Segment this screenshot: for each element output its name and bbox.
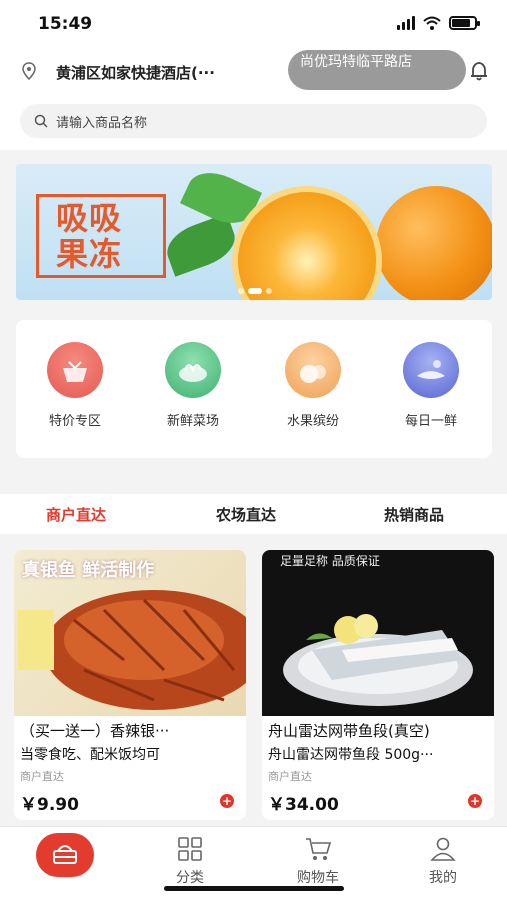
product-price: ￥34.00 — [268, 795, 339, 815]
tab-farm-direct[interactable]: 农场直达 — [216, 504, 276, 525]
search-input[interactable]: 请输入商品名称 — [20, 104, 487, 138]
cart-icon — [306, 838, 332, 860]
tab-merchant-direct[interactable]: 商户直达 — [46, 504, 106, 525]
category-card: 特价专区 新鲜菜场 水果缤纷 每日一鲜 — [16, 320, 492, 458]
banner-title-line-2: 果冻 — [56, 235, 123, 273]
product-image: 足量足称 品质保证 — [262, 550, 494, 716]
nav-cart[interactable]: 购物车 — [283, 837, 353, 887]
nav-label: 我的 — [429, 870, 457, 886]
banner-title-line-1: 吸吸 — [56, 199, 123, 237]
bell-icon[interactable] — [468, 60, 490, 82]
category-grid-icon — [178, 837, 202, 861]
search-placeholder: 请输入商品名称 — [56, 116, 148, 131]
store-selector[interactable]: 尚优玛特临平路店 — [288, 50, 466, 90]
product-title: 舟山雷达网带鱼段(真空) — [268, 722, 430, 740]
product-subtitle: 当零食吃、配米饭均可 — [20, 747, 160, 763]
carousel-dot[interactable] — [266, 288, 272, 294]
special-offer-icon — [47, 342, 103, 398]
product-tag: 商户直达 — [20, 770, 64, 783]
category-label: 水果缤纷 — [286, 414, 339, 429]
wifi-icon — [423, 16, 441, 30]
banner-title: 吸吸 果冻 — [56, 200, 122, 272]
category-label: 新鲜菜场 — [166, 414, 219, 429]
carousel-dot[interactable] — [248, 288, 262, 294]
daily-fresh-icon — [403, 342, 459, 398]
delivery-address[interactable]: 黄浦区如家快捷酒店(··· — [56, 62, 215, 83]
fish-plate-illustration — [283, 614, 473, 706]
signal-icon — [397, 16, 415, 30]
product-image: 真银鱼 鲜活制作 — [14, 550, 246, 716]
product-card[interactable]: 真银鱼 鲜活制作 （买一送一）香辣银··· 当零食吃、配米饭均可 商户直达 ￥9… — [14, 550, 246, 820]
home-basket-icon — [53, 845, 77, 864]
tab-hot-products[interactable]: 热销商品 — [384, 504, 444, 525]
search-icon — [34, 114, 48, 128]
product-tag: 商户直达 — [268, 770, 312, 783]
battery-fill — [452, 19, 470, 27]
product-card[interactable]: 足量足称 品质保证 舟山雷达网带鱼段(真空) 舟山雷达网带鱼段 500g··· … — [262, 550, 494, 820]
product-price: ￥9.90 — [20, 795, 79, 815]
nav-category[interactable]: 分类 — [155, 837, 225, 887]
nav-label: 购物车 — [297, 870, 339, 886]
home-indicator — [164, 886, 344, 891]
category-label: 特价专区 — [48, 414, 101, 429]
header: 黄浦区如家快捷酒店(··· 尚优玛特临平路店 请输入商品名称 — [0, 50, 507, 150]
carousel-dot[interactable] — [238, 288, 244, 294]
orange-image — [376, 186, 492, 300]
fruit-icon — [285, 342, 341, 398]
add-to-cart-icon[interactable]: + — [220, 794, 234, 808]
nav-home[interactable] — [36, 833, 94, 877]
status-icons — [397, 16, 480, 30]
fresh-vegetable-icon — [165, 342, 221, 398]
battery-icon — [449, 16, 480, 30]
status-bar: 15:49 — [0, 0, 507, 50]
status-time: 15:49 — [38, 14, 93, 34]
category-fruit[interactable]: 水果缤纷 — [268, 342, 358, 429]
product-subtitle: 舟山雷达网带鱼段 500g··· — [268, 747, 434, 763]
nav-label: 分类 — [176, 870, 204, 886]
category-fresh-vegetable[interactable]: 新鲜菜场 — [148, 342, 238, 429]
fried-fish-illustration — [18, 590, 246, 710]
nav-profile[interactable]: 我的 — [408, 837, 478, 887]
category-label: 每日一鲜 — [404, 414, 457, 429]
add-to-cart-icon[interactable]: + — [468, 794, 482, 808]
product-title: （买一送一）香辣银··· — [20, 722, 170, 740]
profile-icon — [430, 837, 456, 861]
category-special-offer[interactable]: 特价专区 — [30, 342, 120, 429]
category-daily-fresh[interactable]: 每日一鲜 — [386, 342, 476, 429]
carousel-indicator — [238, 288, 272, 294]
product-tabs: 商户直达 农场直达 热销商品 — [0, 494, 507, 534]
promo-banner[interactable]: 吸吸 果冻 — [16, 164, 492, 300]
location-pin-icon — [22, 62, 36, 80]
